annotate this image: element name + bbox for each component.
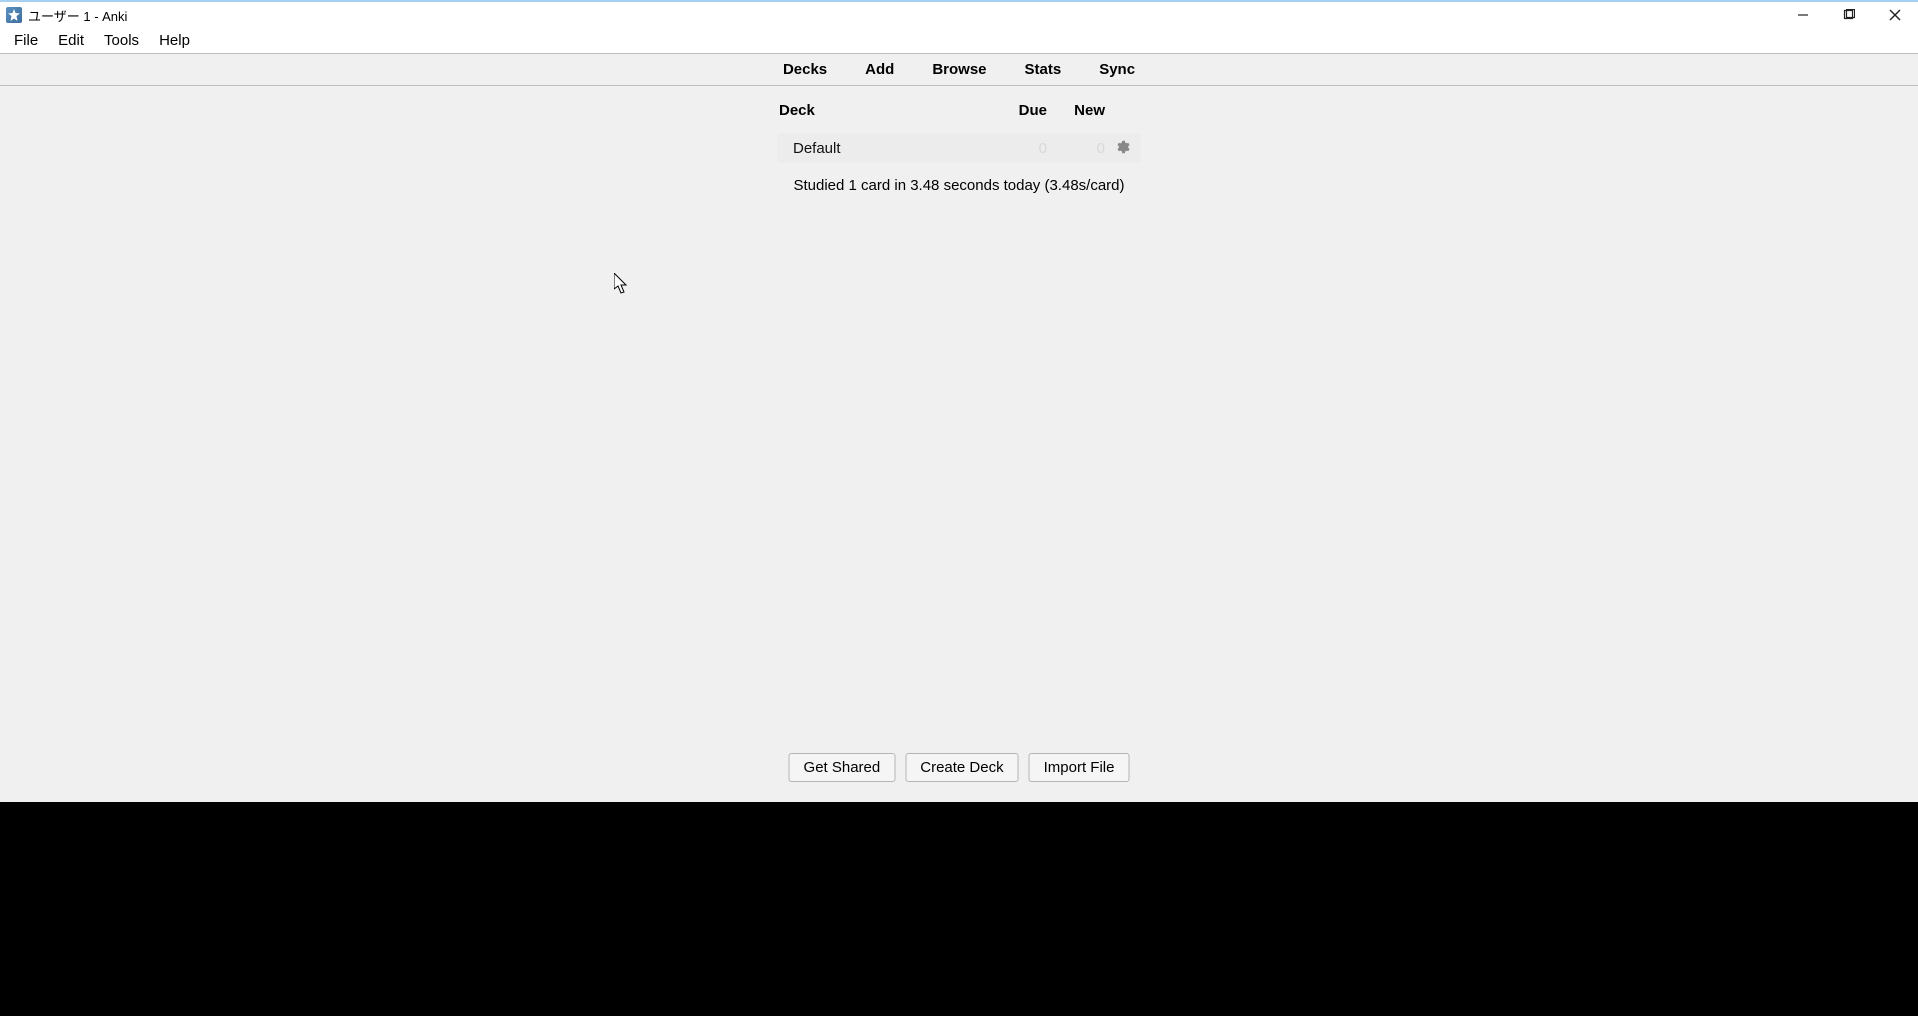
get-shared-button[interactable]: Get Shared: [789, 753, 896, 782]
create-deck-button[interactable]: Create Deck: [905, 753, 1018, 782]
minimize-button[interactable]: [1780, 2, 1826, 28]
import-file-button[interactable]: Import File: [1029, 753, 1130, 782]
menu-file[interactable]: File: [4, 28, 48, 53]
window-title: ユーザー 1 - Anki: [28, 6, 127, 25]
deck-due: 0: [995, 140, 1047, 157]
gear-icon[interactable]: [1114, 139, 1132, 157]
bottom-bar: Get Shared Create Deck Import File: [789, 753, 1130, 782]
mouse-cursor-icon: [614, 273, 630, 295]
main-content: Deck Due New Default 0 0 Studied 1 card …: [0, 86, 1918, 802]
tab-decks[interactable]: Decks: [775, 54, 835, 85]
tab-sync[interactable]: Sync: [1091, 54, 1143, 85]
menu-help[interactable]: Help: [149, 28, 200, 53]
menu-edit[interactable]: Edit: [48, 28, 94, 53]
nav-tabs: Decks Add Browse Stats Sync: [0, 54, 1918, 86]
menu-tools[interactable]: Tools: [94, 28, 149, 53]
app-icon: [6, 7, 22, 23]
deck-table-header: Deck Due New: [777, 100, 1141, 121]
tab-stats[interactable]: Stats: [1017, 54, 1070, 85]
close-button[interactable]: [1872, 2, 1918, 28]
title-bar: ユーザー 1 - Anki: [0, 0, 1918, 28]
deck-name[interactable]: Default: [777, 140, 995, 157]
header-due: Due: [995, 102, 1047, 119]
tab-add[interactable]: Add: [857, 54, 902, 85]
deck-table: Deck Due New Default 0 0: [777, 100, 1141, 163]
deck-row[interactable]: Default 0 0: [777, 133, 1141, 163]
header-deck: Deck: [777, 102, 995, 119]
deck-new: 0: [1047, 140, 1105, 157]
menu-bar: File Edit Tools Help: [0, 28, 1918, 54]
tab-browse[interactable]: Browse: [924, 54, 994, 85]
study-status: Studied 1 card in 3.48 seconds today (3.…: [793, 177, 1124, 194]
window-controls: [1780, 2, 1918, 28]
header-new: New: [1047, 102, 1105, 119]
taskbar-region: [0, 802, 1918, 1016]
maximize-button[interactable]: [1826, 2, 1872, 28]
